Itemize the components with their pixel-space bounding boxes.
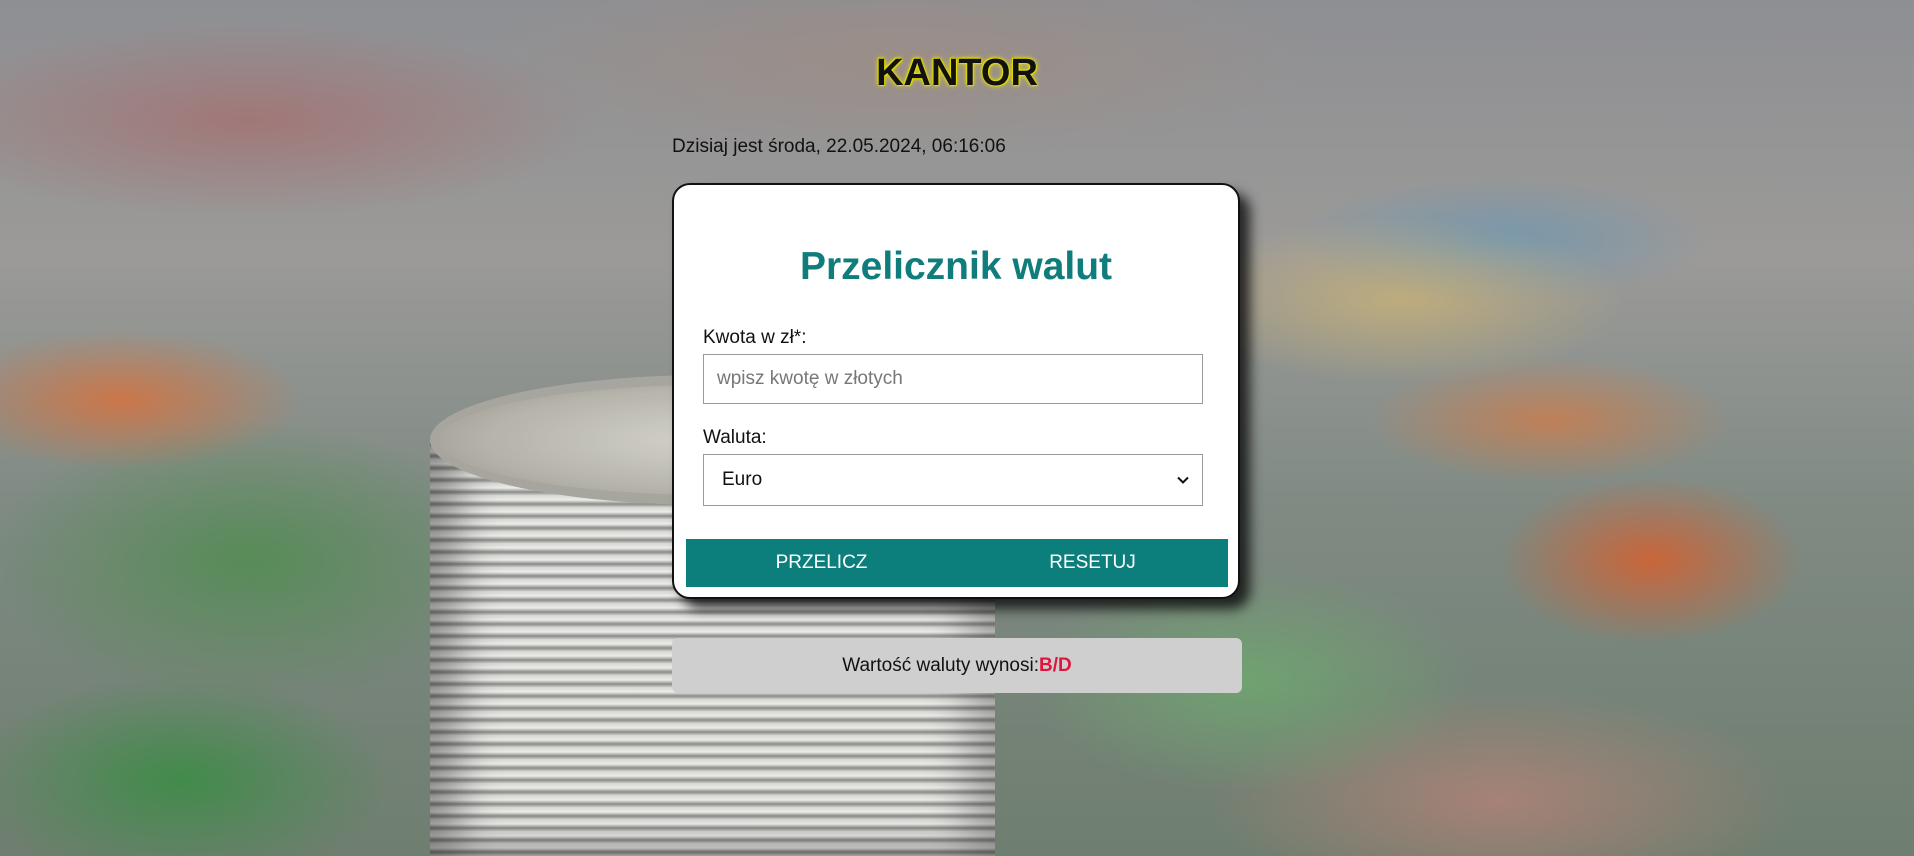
- result-label: Wartość waluty wynosi:: [842, 654, 1039, 676]
- currency-select[interactable]: Euro: [703, 454, 1203, 506]
- result-panel: Wartość waluty wynosi: B/D: [672, 638, 1242, 693]
- amount-input[interactable]: [703, 354, 1203, 404]
- button-bar: PRZELICZ RESETUJ: [686, 539, 1228, 587]
- chevron-down-icon: [1177, 476, 1189, 484]
- converter-title: Przelicznik walut: [799, 245, 1113, 288]
- page-title: KANTOR: [876, 52, 1038, 94]
- current-date-text: Dzisiaj jest środa, 22.05.2024, 06:16:06: [672, 136, 1006, 157]
- converter-card: Przelicznik walut Kwota w zł*: Waluta: E…: [672, 183, 1240, 599]
- convert-button[interactable]: PRZELICZ: [686, 539, 957, 587]
- result-value: B/D: [1039, 654, 1072, 676]
- currency-selected-value: Euro: [722, 469, 763, 490]
- amount-label: Kwota w zł*:: [703, 327, 807, 348]
- reset-button[interactable]: RESETUJ: [957, 539, 1228, 587]
- currency-label: Waluta:: [703, 427, 767, 448]
